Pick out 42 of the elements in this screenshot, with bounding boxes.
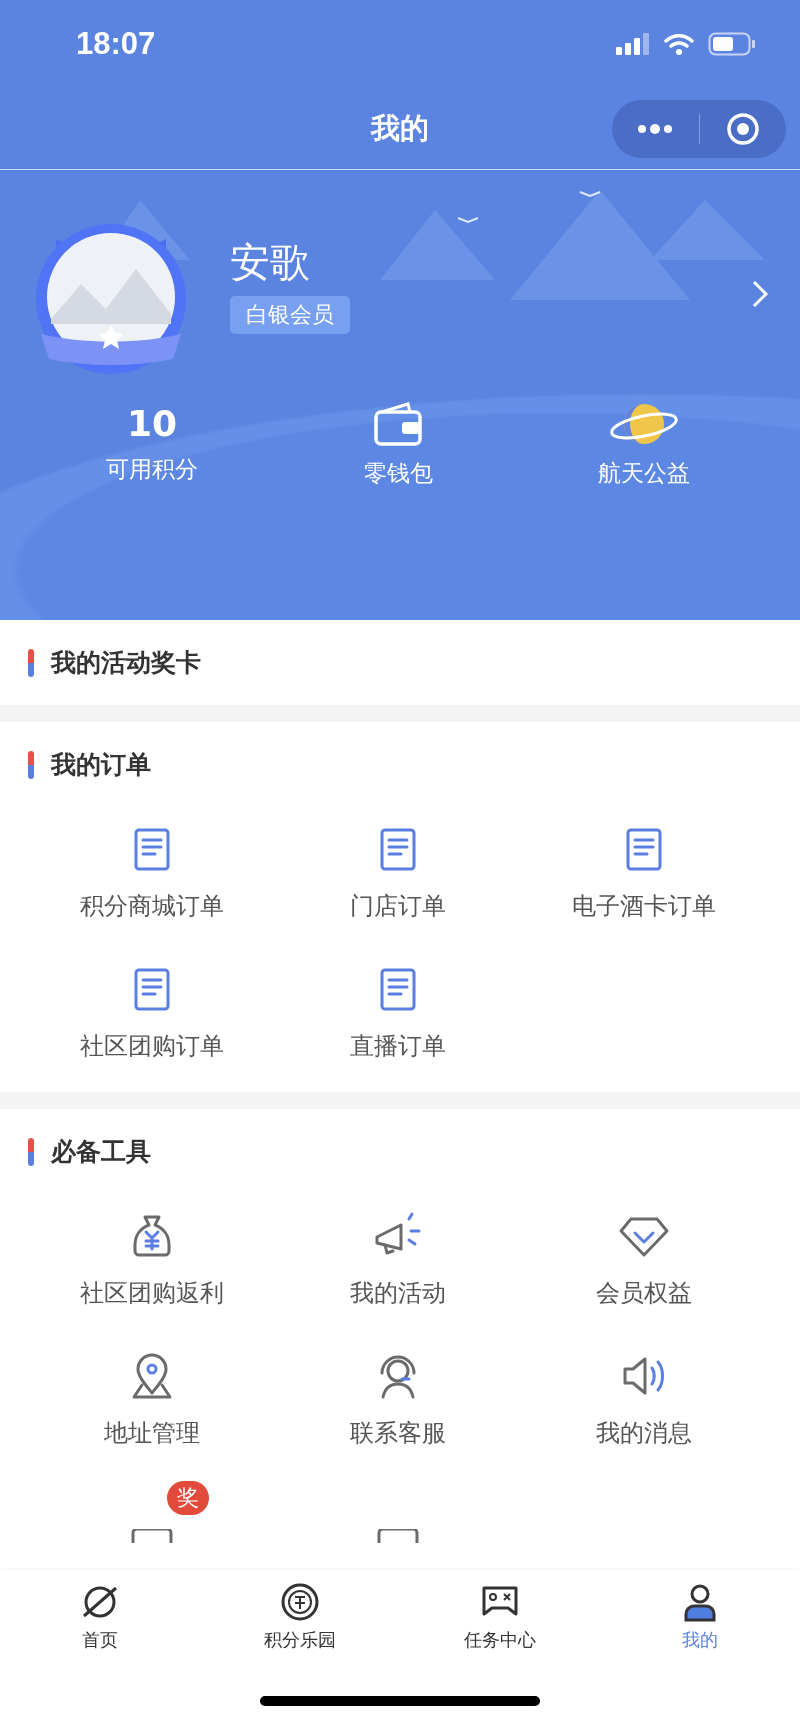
grid-item-label[interactable]: 我的活动 <box>350 1277 446 1309</box>
stat-label: 零钱包 <box>363 459 433 488</box>
grid-item-label[interactable]: 会员权益 <box>596 1277 692 1309</box>
user-name: 安歌 <box>230 237 310 287</box>
bird-icon <box>457 217 479 224</box>
section-title: 我的订单 <box>51 749 151 781</box>
grid-item-label[interactable]: 联系客服 <box>350 1417 446 1449</box>
section-marker <box>28 1137 34 1166</box>
grid-item-label[interactable]: 社区团购订单 <box>80 1030 224 1062</box>
member-tier-tag: 白银会员 <box>230 295 350 334</box>
bird-icon <box>579 191 601 198</box>
target-icon <box>725 112 760 146</box>
box-icon <box>377 1529 419 1543</box>
section-marker <box>28 648 34 677</box>
grid-item-label[interactable]: 门店订单 <box>350 890 446 922</box>
grid-item-label[interactable]: 社区团购返利 <box>80 1277 224 1309</box>
section-marker <box>28 750 34 779</box>
tab-item[interactable]: 首页 <box>0 1582 200 1652</box>
coin-icon <box>280 1582 320 1622</box>
grid-item-label[interactable]: 直播订单 <box>350 1030 446 1062</box>
tab-item[interactable]: 我的 <box>600 1582 800 1652</box>
grid-item-label[interactable]: 积分商城订单 <box>80 890 224 922</box>
signal-icon <box>616 33 650 55</box>
grid-item-label[interactable]: 电子酒卡订单 <box>572 890 716 922</box>
prize-badge: 奖 <box>167 1481 209 1515</box>
more-icon <box>637 123 674 135</box>
tab-item[interactable]: 积分乐园 <box>200 1582 400 1652</box>
stat-label: 可用积分 <box>106 455 198 484</box>
battery-icon <box>708 32 756 56</box>
box-icon <box>131 1529 173 1543</box>
stat-item[interactable]: 10 可用积分 <box>29 396 275 489</box>
grid-item-label[interactable]: 地址管理 <box>104 1417 200 1449</box>
section-title: 我的活动奖卡 <box>51 647 201 679</box>
tab-item[interactable]: 任务中心 <box>400 1582 600 1652</box>
section-title: 必备工具 <box>51 1136 151 1168</box>
chevron-right-icon <box>750 278 770 310</box>
page-title: 我的 <box>371 109 429 147</box>
status-time: 18:07 <box>76 26 156 62</box>
points-value: 10 <box>126 402 178 446</box>
stat-label: 航天公益 <box>598 459 690 488</box>
wifi-icon <box>664 33 694 55</box>
grid-item-label[interactable]: 我的消息 <box>596 1417 692 1449</box>
